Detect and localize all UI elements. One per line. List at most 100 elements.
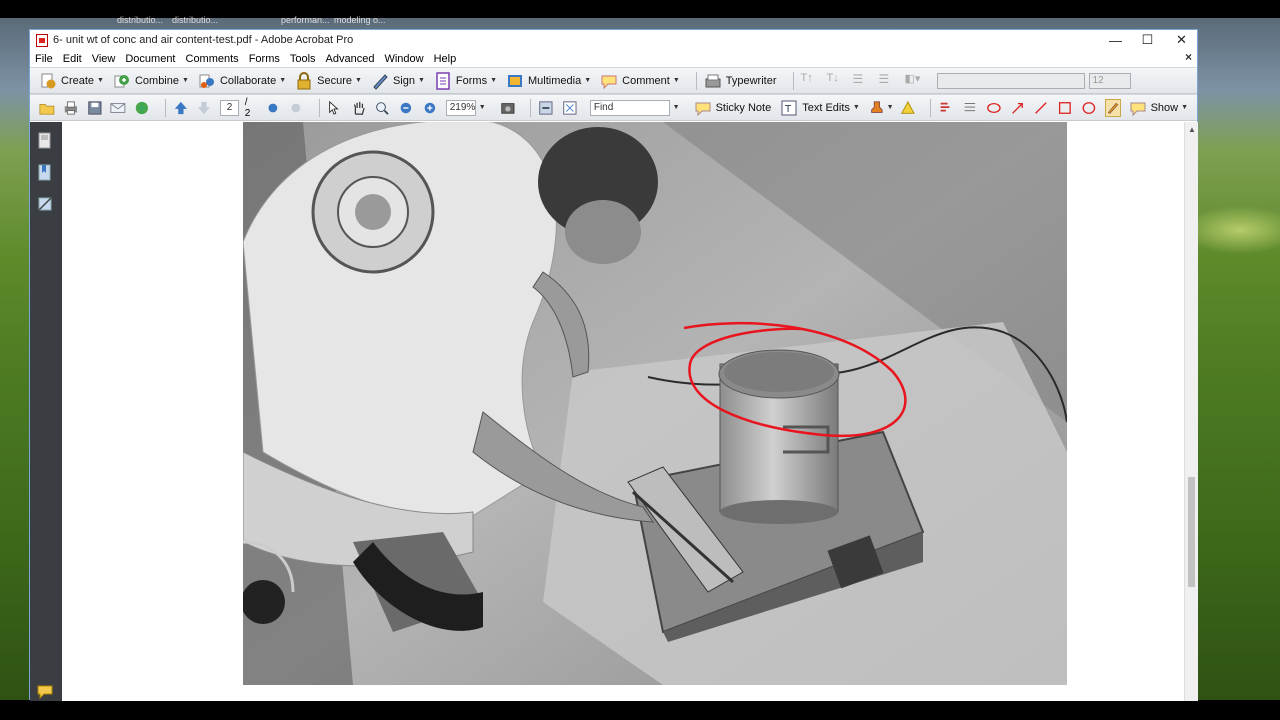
text-edits-icon: T: [781, 100, 797, 115]
menu-document[interactable]: Document: [125, 53, 175, 65]
sign-button[interactable]: Sign ▼: [371, 72, 425, 90]
share-globe-icon[interactable]: [134, 99, 150, 117]
zoom-out-icon[interactable]: [398, 99, 414, 117]
text-edits-label: Text Edits: [802, 101, 850, 114]
forms-button[interactable]: Forms ▼: [434, 71, 497, 90]
font-name-dropdown[interactable]: [936, 72, 1085, 89]
document-area[interactable]: [62, 122, 1184, 701]
cloud-tool-icon[interactable]: [986, 99, 1002, 117]
text-edits-button[interactable]: T Text Edits ▼: [780, 99, 860, 117]
minimize-button[interactable]: —: [1099, 30, 1132, 50]
fit-width-icon[interactable]: [538, 99, 554, 117]
navigation-toolbar: 2 / 2 219% ▼ Find ▼ Sticky Note T Text E…: [30, 94, 1197, 121]
fit-page-icon[interactable]: [562, 99, 578, 117]
pdf-file-icon: [36, 33, 48, 47]
scroll-thumb[interactable]: [1188, 477, 1195, 587]
taskbar-item[interactable]: distributio...: [172, 15, 218, 27]
first-page-icon[interactable]: [265, 99, 281, 117]
comments-panel-icon[interactable]: [37, 682, 53, 700]
menu-edit[interactable]: Edit: [63, 53, 82, 65]
window-title: 6- unit wt of conc and air content-test.…: [53, 34, 354, 46]
title-bar: 6- unit wt of conc and air content-test.…: [30, 30, 1197, 50]
menu-tools[interactable]: Tools: [290, 53, 316, 65]
vertical-scrollbar[interactable]: ▲: [1184, 122, 1198, 701]
line-spacing-up-icon[interactable]: ☰: [853, 72, 871, 90]
arrow-tool-icon[interactable]: [1010, 99, 1026, 117]
font-size-dropdown[interactable]: 12: [1088, 72, 1131, 89]
sign-label: Sign: [392, 74, 415, 87]
acrobat-window: 6- unit wt of conc and air content-test.…: [29, 29, 1198, 701]
menu-advanced[interactable]: Advanced: [326, 53, 375, 65]
pages-panel-icon[interactable]: [37, 132, 53, 150]
text-box-icon[interactable]: [962, 99, 978, 117]
scroll-up-arrow-icon[interactable]: ▲: [1188, 125, 1196, 134]
zoom-in-icon[interactable]: [422, 99, 438, 117]
line-spacing-down-icon[interactable]: ☰: [879, 72, 897, 90]
marquee-zoom-icon[interactable]: [374, 99, 390, 117]
pen-icon: [373, 73, 388, 90]
create-pdf-icon: [41, 73, 56, 88]
maximize-button[interactable]: ☐: [1131, 30, 1164, 50]
show-label: Show: [1150, 101, 1179, 114]
close-button[interactable]: ✕: [1165, 30, 1198, 50]
menu-help[interactable]: Help: [434, 53, 457, 65]
snapshot-icon[interactable]: [500, 99, 516, 117]
document-close-button[interactable]: ×: [1185, 50, 1192, 64]
bookmarks-panel-icon[interactable]: [37, 164, 53, 182]
secure-button[interactable]: Secure ▼: [295, 71, 362, 90]
text-size-up-icon[interactable]: T↑: [801, 72, 819, 90]
stamp-icon[interactable]: [869, 99, 885, 117]
form-icon: [436, 71, 450, 90]
previous-page-icon[interactable]: [173, 99, 189, 117]
collaborate-button[interactable]: Collaborate ▼: [198, 72, 286, 90]
oval-tool-icon[interactable]: [1081, 99, 1097, 117]
taskbar-item[interactable]: modeling o...: [334, 15, 386, 27]
taskbar-item[interactable]: performan...: [281, 15, 330, 27]
last-page-icon[interactable]: [288, 99, 304, 117]
sticky-note-button[interactable]: Sticky Note: [694, 99, 771, 117]
signatures-panel-icon[interactable]: [37, 195, 53, 213]
email-icon[interactable]: [110, 99, 126, 117]
text-color-icon[interactable]: ◧▾: [905, 72, 923, 90]
menu-bar: File Edit View Document Comments Forms T…: [30, 50, 1197, 67]
toolbar-separator: [530, 98, 532, 117]
forms-label: Forms: [455, 74, 488, 87]
comment-label: Comment: [622, 74, 670, 87]
next-page-icon[interactable]: [196, 99, 212, 117]
menu-forms[interactable]: Forms: [249, 53, 280, 65]
find-input[interactable]: Find: [589, 99, 670, 116]
zoom-dropdown-caret[interactable]: ▼: [479, 104, 486, 111]
create-button[interactable]: Create ▼: [39, 72, 104, 90]
print-icon[interactable]: [63, 99, 79, 117]
multimedia-button[interactable]: Multimedia ▼: [506, 72, 591, 90]
show-button[interactable]: Show ▼: [1129, 99, 1188, 117]
taskbar-item[interactable]: distributio...: [117, 15, 163, 27]
collaborate-label: Collaborate: [219, 74, 277, 87]
menu-file[interactable]: File: [35, 53, 53, 65]
comment-button[interactable]: Comment ▼: [600, 72, 680, 90]
multimedia-icon: [508, 74, 523, 87]
line-tool-icon[interactable]: [1033, 99, 1049, 117]
zoom-level-input[interactable]: 219%: [445, 99, 476, 116]
save-icon[interactable]: [87, 99, 103, 117]
typewriter-button[interactable]: Typewriter: [704, 72, 777, 90]
stamp-dropdown-caret[interactable]: ▼: [887, 104, 894, 111]
document-photo: [243, 122, 1067, 685]
find-dropdown-caret[interactable]: ▼: [673, 104, 680, 111]
show-comments-icon: [1130, 102, 1146, 116]
text-size-down-icon[interactable]: T↓: [827, 72, 845, 90]
highlight-text-icon[interactable]: [938, 99, 954, 117]
rectangle-tool-icon[interactable]: [1057, 99, 1073, 117]
select-tool-icon[interactable]: [327, 99, 343, 117]
open-folder-icon[interactable]: [39, 99, 55, 117]
hand-tool-icon[interactable]: [351, 99, 367, 117]
menu-window[interactable]: Window: [384, 53, 423, 65]
pencil-tool-icon[interactable]: [1104, 98, 1121, 117]
page-number-input[interactable]: 2: [220, 99, 239, 116]
attach-file-icon[interactable]: [900, 99, 916, 117]
combine-button[interactable]: Combine ▼: [113, 72, 189, 90]
menu-comments[interactable]: Comments: [186, 53, 239, 65]
concrete-test-photo: [243, 122, 1067, 685]
menu-view[interactable]: View: [92, 53, 116, 65]
typewriter-icon: [705, 74, 721, 87]
